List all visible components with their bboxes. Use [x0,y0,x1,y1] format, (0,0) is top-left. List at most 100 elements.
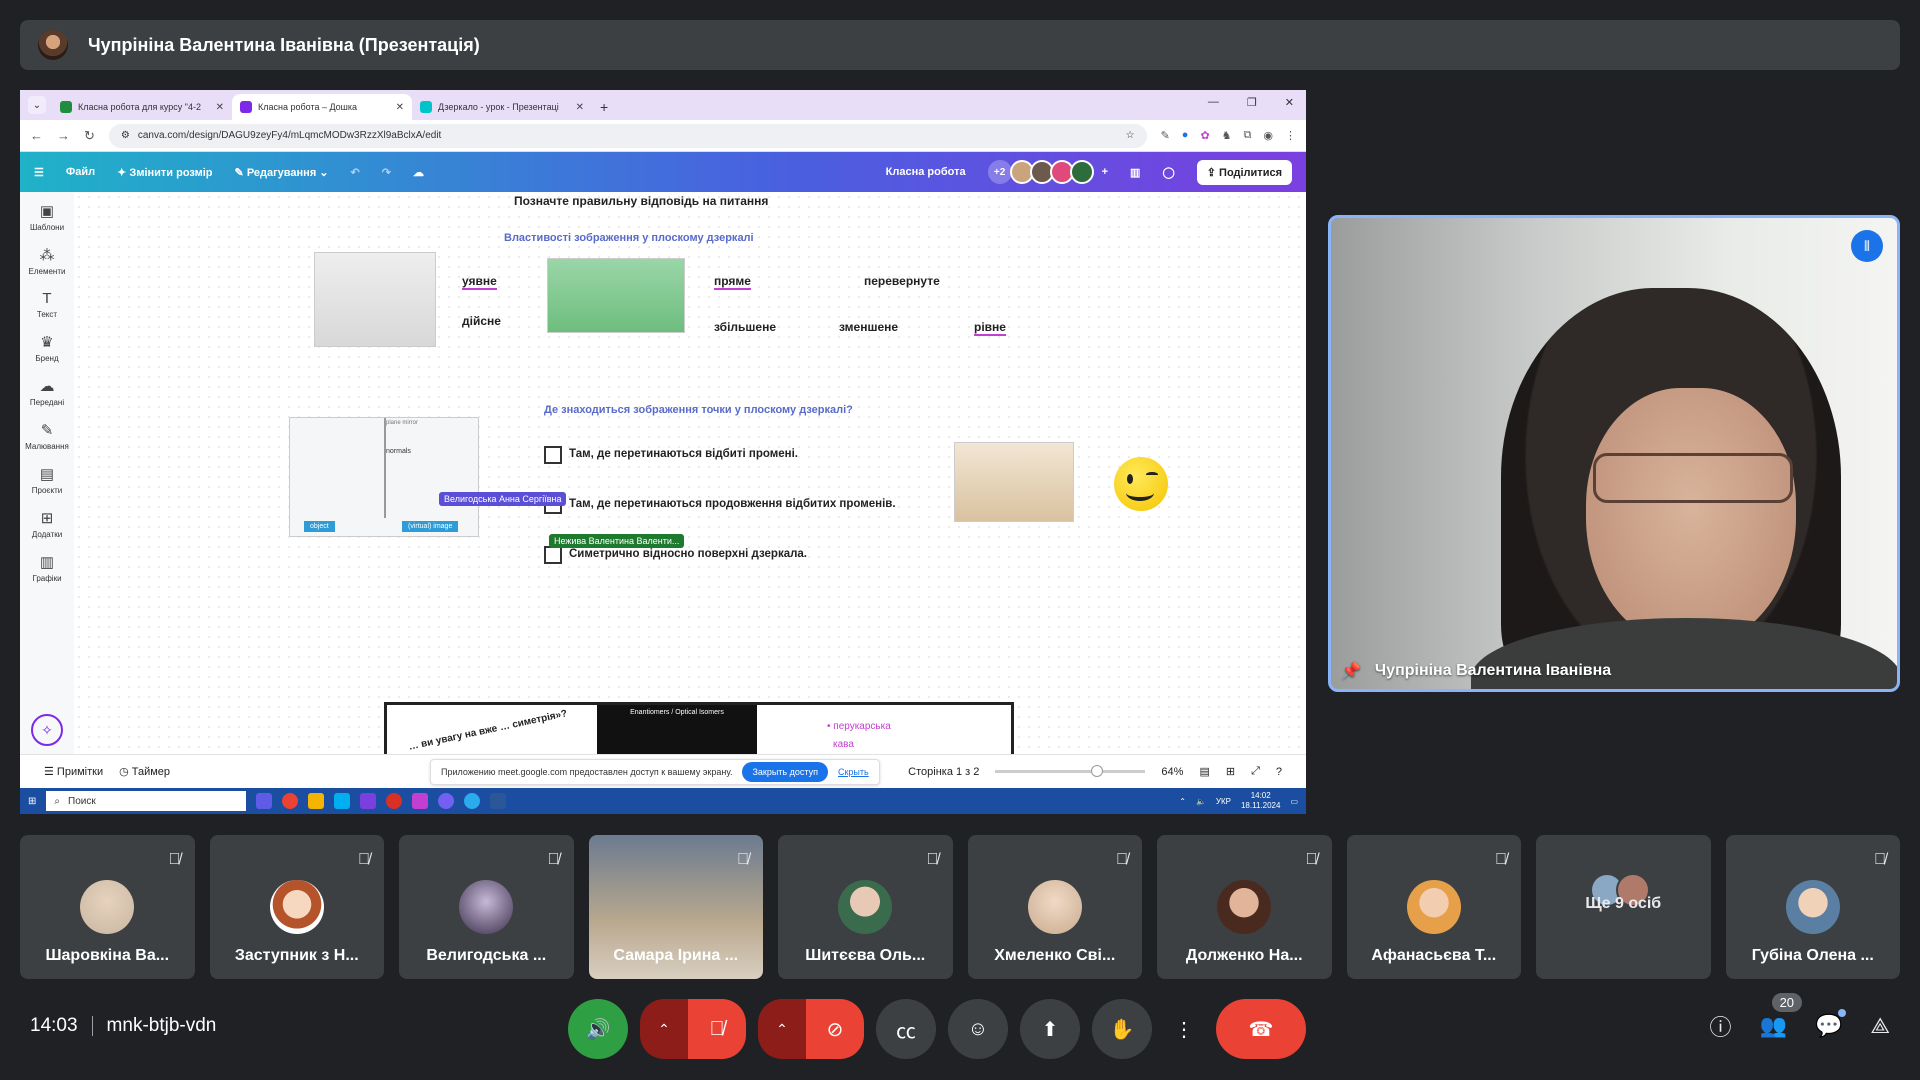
meeting-details-icon[interactable]: ⓘ [1710,1010,1732,1042]
browser-menu-icon[interactable]: ⋮ [1285,129,1296,142]
close-icon[interactable]: ✕ [576,102,584,113]
address-bar[interactable]: ⚙ canva.com/design/DAGU9zeyFy4/mLqmcMODw… [108,123,1147,148]
participant-tile[interactable]: 🎙̸ Хмеленко Сві... [967,835,1142,979]
reload-icon[interactable]: ↻ [84,128,95,144]
page-view-icon[interactable]: ▤ [1199,765,1209,778]
close-icon[interactable]: ✕ [396,102,404,113]
comments-icon[interactable]: ◯ [1162,166,1174,179]
sidebar-item-uploads[interactable]: ☁ Передані [30,377,64,407]
participant-tile[interactable]: 🎙̸ Долженко На... [1157,835,1332,979]
app-icon[interactable] [360,793,377,809]
participant-tile-video[interactable]: 🎙̸ Самара Ірина ... [588,835,763,979]
windows-start-icon[interactable]: ⊞ [28,796,36,807]
leave-call-button[interactable]: ☎ [1216,999,1306,1059]
resize-button[interactable]: ✦ Змінити розмір [117,166,212,179]
people-icon[interactable]: 👥 20 [1760,993,1803,1039]
meeting-code[interactable]: mnk-btjb-vdn [107,1015,217,1037]
stop-sharing-button[interactable]: Закрыть доступ [742,762,828,782]
insights-chart-icon[interactable]: ▥ [1130,166,1140,179]
pin-icon[interactable]: 📌 [1341,661,1361,681]
doc-title[interactable]: Класна робота [886,166,966,178]
restore-icon[interactable]: ❐ [1247,96,1257,109]
emoji-reactions-icon[interactable]: ☺ [948,999,1008,1059]
add-collaborator-icon[interactable]: + [1102,166,1108,178]
sidebar-item-elements[interactable]: ⁂ Елементи [29,246,66,276]
file-menu[interactable]: Файл [66,166,95,178]
timer-button[interactable]: ◷ Таймер [119,765,170,778]
task-view-icon[interactable] [256,793,273,809]
answer-checkbox-3[interactable] [544,546,562,564]
skype-icon[interactable] [334,793,351,809]
forward-icon[interactable]: → [57,128,70,143]
extension-dot-icon[interactable]: ● [1182,129,1189,142]
browser-tab-classroom[interactable]: Класна робота для курсу "4-2 ✕ [52,94,232,120]
participant-tile[interactable]: 🎙̸ Афанасьєва Т... [1346,835,1521,979]
notes-button[interactable]: ☰ Примітки [44,765,103,778]
back-icon[interactable]: ← [30,128,43,143]
sidebar-item-text[interactable]: T Текст [37,290,57,319]
word-uyavne[interactable]: уявне [462,274,497,290]
mic-off-button[interactable]: 🎙̸ [688,999,746,1059]
word-rivne[interactable]: рівне [974,320,1006,336]
bookmark-star-icon[interactable]: ☆ [1126,130,1135,141]
extension-flower-icon[interactable]: ✿ [1200,129,1209,142]
taskbar-clock[interactable]: 14:02 18.11.2024 [1241,791,1280,811]
answer-option-3[interactable]: Симетрично відносно поверхні дзеркала. [569,548,807,560]
participant-tile[interactable]: 🎙̸ Шаровкіна Ва... [20,835,195,979]
share-button[interactable]: ⇪ Поділитися [1196,159,1292,185]
present-screen-icon[interactable]: ⬆ [1020,999,1080,1059]
close-icon[interactable]: ✕ [216,102,224,113]
file-explorer-icon[interactable] [308,793,325,809]
collaborator-avatars[interactable]: +2 + [987,160,1108,184]
browser-tab-canva[interactable]: Класна робота – Дошка ✕ [232,94,412,120]
answer-checkbox-1[interactable] [544,446,562,464]
sidebar-item-charts[interactable]: ▥ Графіки [32,553,61,583]
zoom-level[interactable]: 64% [1161,766,1183,778]
extensions-puzzle-icon[interactable]: ⧉ [1244,129,1252,142]
help-icon[interactable]: ? [1276,766,1282,778]
participant-tile[interactable]: 🎙̸ Велигодська ... [399,835,574,979]
sidebar-item-projects[interactable]: ▤ Проєкти [32,465,62,495]
raise-hand-icon[interactable]: ✋ [1092,999,1152,1059]
redo-icon[interactable]: ↷ [382,166,391,179]
hide-notice-link[interactable]: Скрыть [838,767,869,777]
answer-option-1[interactable]: Там, де перетинаються відбиті промені. [569,448,798,460]
winking-smiley-sticker[interactable] [1114,457,1168,511]
close-window-icon[interactable]: ✕ [1285,96,1294,109]
sidebar-item-draw[interactable]: ✎ Малювання [25,421,69,451]
magic-assistant-icon[interactable]: ✧ [31,714,63,746]
sidebar-item-apps[interactable]: ⊞ Додатки [32,509,62,539]
word-diysne[interactable]: дійсне [462,314,501,328]
undo-icon[interactable]: ↶ [351,166,360,179]
participant-tile[interactable]: 🎙̸ Шитєєва Оль... [778,835,953,979]
volume-icon[interactable]: 🔈 [1196,797,1206,806]
profile-avatar-icon[interactable]: ◉ [1263,129,1273,142]
fullscreen-icon[interactable]: ⤢ [1251,765,1260,778]
participant-tile[interactable]: 🎙̸ Губіна Олена ... [1725,835,1900,979]
telegram-icon[interactable] [464,793,481,809]
viber-icon[interactable] [438,793,455,809]
activities-icon[interactable]: ⟁ [1870,1013,1890,1039]
mic-options-chevron-icon[interactable]: ⌃ [640,999,688,1059]
captions-icon[interactable]: ㏄ [876,999,936,1059]
app-k-icon[interactable] [412,793,429,809]
browser-tab-presentation[interactable]: Дзеркало - урок - Презентаці ✕ [412,94,592,120]
apple-mirror-image[interactable] [954,442,1074,522]
canva-menu-icon[interactable]: ☰ [34,166,44,179]
word-pryame[interactable]: пряме [714,274,751,290]
site-info-icon[interactable]: ⚙ [121,130,130,141]
new-tab-icon[interactable]: + [600,99,608,115]
shared-screen[interactable]: ⌄ Класна робота для курсу "4-2 ✕ Класна … [20,90,1306,814]
language-indicator[interactable]: УКР [1216,797,1231,806]
word-icon[interactable] [490,793,507,809]
page-indicator[interactable]: Сторінка 1 з 2 [908,766,979,778]
minimize-icon[interactable]: — [1208,96,1219,109]
presenter-video-tile[interactable]: ⦀ 📌 Чупрініна Валентина Іванівна [1328,215,1900,692]
zoom-slider[interactable] [995,765,1146,777]
zoom-slider-knob[interactable] [1091,765,1104,777]
next-slide-preview[interactable]: Enantiomers / Optical Isomers … ви увагу… [384,702,1014,754]
sidebar-item-templates[interactable]: ▣ Шаблони [30,202,64,232]
mirror-ray-diagram[interactable]: object (virtual) image normals plane mir… [289,417,479,537]
tray-up-icon[interactable]: ⌃ [1179,797,1186,806]
word-perevernute[interactable]: перевернуте [864,274,940,288]
